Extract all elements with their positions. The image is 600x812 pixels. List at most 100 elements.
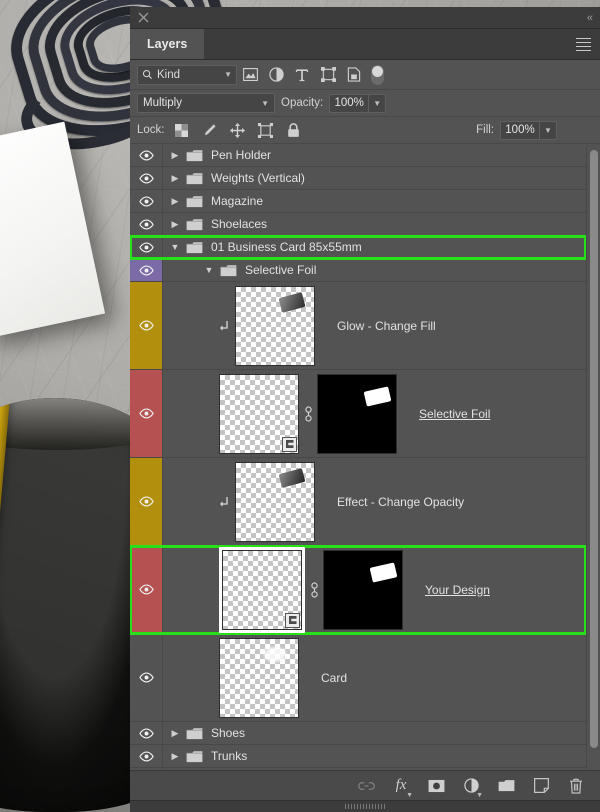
eye-icon (138, 150, 154, 160)
filter-type-icon[interactable] (289, 63, 315, 87)
chevron-right-icon[interactable]: ▶ (167, 196, 183, 207)
layer-row-your-design[interactable]: Your Design (130, 545, 586, 635)
clipping-mask-icon (219, 320, 228, 331)
layer-row-pen-holder[interactable]: ▶ Pen Holder (130, 144, 586, 167)
layer-visibility-toggle-glow-change-fill[interactable] (130, 282, 163, 369)
layer-row-shoes[interactable]: ▶ Shoes (130, 722, 586, 745)
layer-visibility-toggle-shoelaces[interactable] (130, 213, 163, 235)
folder-icon (183, 218, 205, 231)
filter-adjustment-icon[interactable] (263, 63, 289, 87)
mask-link-icon[interactable] (310, 581, 319, 598)
layer-list[interactable]: ▶ Pen Holder ▶ Weights (Vertical) ▶ Magazine ▶… (130, 144, 586, 770)
layer-list-scrollbar[interactable] (586, 144, 600, 770)
layer-visibility-toggle-selective-foil-group[interactable] (130, 259, 163, 281)
layer-thumbnail-your-design[interactable] (222, 549, 302, 630)
close-icon[interactable] (138, 12, 149, 23)
layer-row-effect-change-opacity[interactable]: Effect - Change Opacity (130, 458, 586, 546)
link-layers-button[interactable] (357, 777, 375, 795)
eye-icon (138, 408, 154, 419)
layer-thumbnail-effect-change-opacity[interactable] (235, 461, 315, 542)
filter-pixel-icon[interactable] (237, 63, 263, 87)
lock-transparent-pixels-icon[interactable] (171, 120, 193, 140)
eye-icon (138, 219, 154, 229)
layer-thumbnail-selective-foil[interactable] (219, 373, 299, 454)
opacity-input[interactable]: 100% (329, 93, 370, 113)
layer-row-body: Selective Foil (163, 370, 586, 457)
layer-row-trunks[interactable]: ▶ Trunks (130, 745, 586, 768)
fill-input[interactable]: 100% (500, 120, 540, 140)
chevron-down-icon[interactable]: ▼ (201, 265, 217, 275)
layer-thumbnail-glow-change-fill[interactable] (235, 285, 315, 366)
new-layer-button[interactable] (532, 777, 550, 795)
lock-image-pixels-icon[interactable] (199, 120, 221, 140)
blend-mode-value: Multiply (143, 97, 182, 109)
filter-enable-toggle[interactable] (371, 64, 384, 85)
new-adjustment-layer-button[interactable]: ▼ (462, 777, 483, 799)
chevron-down-icon[interactable]: ▼ (167, 242, 183, 252)
layer-visibility-toggle-card[interactable] (130, 634, 163, 721)
add-layer-mask-button[interactable] (427, 777, 445, 795)
folder-icon (186, 172, 202, 184)
panel-menu-icon[interactable] (576, 38, 591, 54)
tab-layers[interactable]: Layers (130, 29, 206, 59)
lock-position-icon[interactable] (227, 120, 249, 140)
folder-icon (183, 750, 205, 763)
lock-options-row: Lock: Fill: 100% ▼ (130, 117, 600, 144)
layers-panel: « Layers Kind ▼ Multiply ▼ Opacity: 100%… (130, 7, 600, 812)
layer-row-body: ▶ Weights (Vertical) (163, 167, 586, 189)
layer-visibility-toggle-effect-change-opacity[interactable] (130, 458, 163, 545)
chevron-right-icon[interactable]: ▶ (167, 728, 183, 739)
layer-row-body: ▶ Magazine (163, 190, 586, 212)
layer-row-weights-vertical[interactable]: ▶ Weights (Vertical) (130, 167, 586, 190)
layer-visibility-toggle-pen-holder[interactable] (130, 144, 163, 166)
layer-row-magazine[interactable]: ▶ Magazine (130, 190, 586, 213)
chevron-right-icon[interactable]: ▶ (167, 173, 183, 184)
mask-link-icon[interactable] (304, 405, 313, 422)
layer-row-body: ▶ Trunks (163, 745, 586, 767)
folder-icon (186, 218, 202, 230)
layer-visibility-toggle-shoes[interactable] (130, 722, 163, 744)
scrollbar-thumb[interactable] (590, 150, 598, 748)
lock-all-icon[interactable] (283, 120, 305, 140)
layer-row-card[interactable]: Card (130, 634, 586, 722)
layer-visibility-toggle-selective-foil[interactable] (130, 370, 163, 457)
folder-icon (183, 172, 205, 185)
fill-stepper[interactable]: ▼ (540, 120, 557, 140)
clipping-mask-icon (219, 496, 228, 507)
filter-kind-label: Kind (157, 68, 181, 81)
layer-mask-thumbnail-selective-foil[interactable] (317, 373, 397, 454)
layer-row-glow-change-fill[interactable]: Glow - Change Fill (130, 282, 586, 370)
new-group-button[interactable] (497, 777, 515, 795)
layer-visibility-toggle-trunks[interactable] (130, 745, 163, 767)
layer-visibility-toggle-weights-vertical[interactable] (130, 167, 163, 189)
delete-layer-button[interactable] (567, 777, 585, 795)
layer-row-envelope[interactable]: ▶Envelope (130, 768, 586, 770)
layer-name: Selective Foil (245, 263, 317, 277)
layer-visibility-toggle-envelope[interactable] (130, 768, 163, 770)
mask-link-icon[interactable] (299, 405, 317, 422)
opacity-stepper[interactable]: ▼ (369, 93, 387, 113)
chevron-right-icon[interactable]: ▶ (167, 150, 183, 161)
layer-thumbnail-card[interactable] (219, 637, 299, 718)
panel-resize-grip[interactable] (130, 800, 600, 812)
layer-row-selective-foil[interactable]: Selective Foil (130, 370, 586, 458)
layer-mask-thumbnail-your-design[interactable] (323, 549, 403, 630)
chevron-right-icon[interactable]: ▶ (167, 219, 183, 230)
filter-smartobject-icon[interactable] (341, 63, 367, 87)
layer-style-fx-button[interactable]: fx ▼ (392, 777, 413, 799)
layer-visibility-toggle-your-design[interactable] (130, 546, 163, 633)
layer-row-body: Card (163, 634, 586, 721)
filter-kind-select[interactable]: Kind ▼ (137, 64, 237, 85)
layer-row-business-card[interactable]: ▼ 01 Business Card 85x55mm (130, 235, 586, 260)
chevron-right-icon[interactable]: ▶ (167, 751, 183, 762)
layer-row-selective-foil-group[interactable]: ▼ Selective Foil (130, 259, 586, 282)
collapse-panel-icon[interactable]: « (587, 12, 593, 24)
blend-mode-select[interactable]: Multiply ▼ (137, 93, 275, 113)
layer-visibility-toggle-business-card[interactable] (130, 236, 163, 258)
lock-artboard-nesting-icon[interactable] (255, 120, 277, 140)
mask-link-icon[interactable] (305, 581, 323, 598)
folder-icon (186, 149, 202, 161)
layer-row-shoelaces[interactable]: ▶ Shoelaces (130, 213, 586, 236)
layer-visibility-toggle-magazine[interactable] (130, 190, 163, 212)
filter-shape-icon[interactable] (315, 63, 341, 87)
